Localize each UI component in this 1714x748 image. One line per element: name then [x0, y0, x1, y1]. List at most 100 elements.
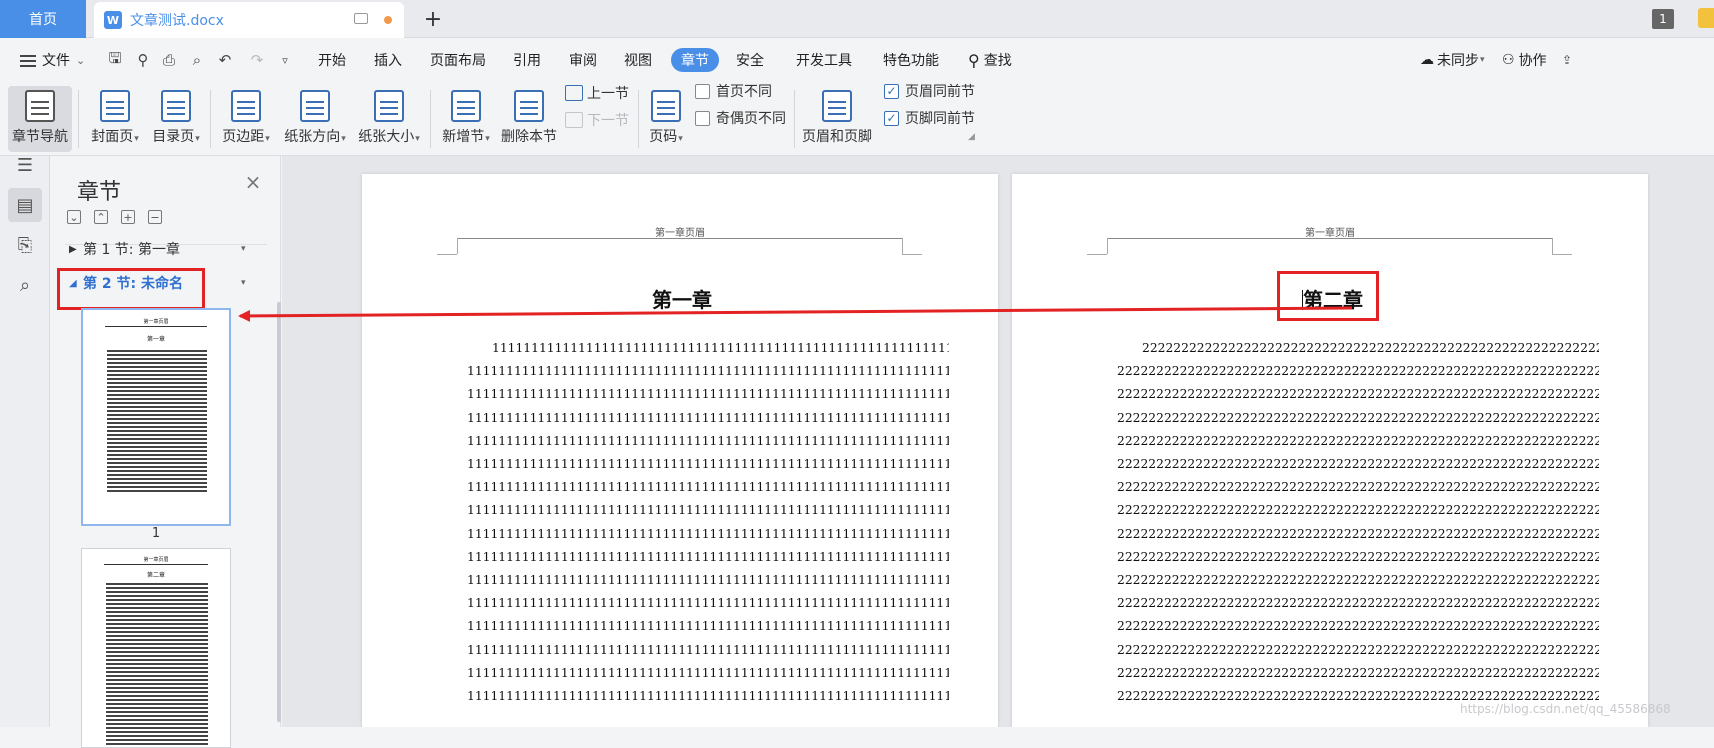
search-command[interactable]: ⚲ 查找: [968, 48, 1012, 72]
document-page-1[interactable]: 第一章页眉 第一章 111111111111111111111111111111…: [362, 174, 998, 727]
undo-icon[interactable]: ↶: [216, 51, 234, 69]
format-painter-icon[interactable]: ⚲: [134, 51, 152, 69]
print-icon[interactable]: ⎙: [160, 51, 178, 69]
menu-chapter[interactable]: 章节: [671, 48, 719, 72]
orientation-button[interactable]: 纸张方向▾: [280, 86, 350, 152]
document-tab[interactable]: W 文章测试.docx: [94, 2, 404, 38]
new-tab-button[interactable]: +: [420, 6, 446, 32]
chevron-down-icon: ▾: [485, 134, 490, 144]
collaborate-button[interactable]: ⚇ 协作: [1502, 48, 1547, 72]
document-canvas[interactable]: 第一章页眉 第一章 111111111111111111111111111111…: [282, 156, 1714, 727]
odd-even-different-checkbox[interactable]: 奇偶页不同: [695, 107, 786, 129]
menu-security[interactable]: 安全: [736, 48, 764, 72]
hamburger-menu-icon[interactable]: [20, 55, 36, 67]
checkbox-box: [695, 83, 710, 99]
page-thumbnail[interactable]: 第一章页眉 第二章: [81, 548, 231, 748]
margin-corner-mark: [437, 254, 457, 255]
ribbon-toolbar: 章节导航 封面页▾ 目录页▾ 页边距▾ 纸张方向▾ 纸张大小▾ 新增节▾ 删除本…: [0, 82, 1714, 156]
menu-view[interactable]: 视图: [624, 48, 652, 72]
find-replace-icon[interactable]: ⌕: [8, 268, 42, 302]
section-nav-button[interactable]: 章节导航: [8, 86, 72, 152]
page-number-button[interactable]: 页码▾: [644, 86, 688, 152]
header-footer-button[interactable]: 页眉和页脚: [802, 86, 872, 152]
thumbnail-text-block: [106, 583, 208, 747]
redo-icon[interactable]: ↷: [248, 51, 266, 69]
body-text-line: 2222222222222222222222222222222222222222…: [1117, 457, 1599, 472]
share-icon[interactable]: ⇪: [1558, 51, 1576, 69]
bookmark-icon[interactable]: ⎘: [8, 228, 42, 262]
skin-icon[interactable]: [1698, 8, 1714, 28]
window-count-badge[interactable]: 1: [1652, 9, 1674, 29]
menu-review[interactable]: 审阅: [569, 48, 597, 72]
home-tab[interactable]: 首页: [0, 0, 86, 38]
first-page-different-checkbox[interactable]: 首页不同: [695, 80, 772, 102]
delete-section-button[interactable]: 删除本节: [500, 86, 558, 152]
first-page-different-label: 首页不同: [716, 84, 772, 100]
ribbon-separator: [638, 90, 639, 148]
expand-all-icon[interactable]: ⌄: [67, 210, 81, 224]
margin-corner-mark: [902, 238, 903, 254]
body-text-line: 2222222222222222222222222222222222222222…: [1117, 387, 1599, 402]
footer-same-as-previous-label: 页脚同前节: [905, 111, 975, 127]
margins-button[interactable]: 页边距▾: [218, 86, 274, 152]
remove-section-icon[interactable]: −: [148, 210, 162, 224]
body-text-line: 1111111111111111111111111111111111111111…: [467, 457, 949, 472]
body-text: 2222222222222222222222222222222222222222…: [1117, 337, 1599, 708]
thumbnail-header-rule: [104, 564, 208, 565]
unsaved-dot-icon: [384, 16, 392, 24]
header-footer-icon: [822, 90, 852, 122]
add-section-icon[interactable]: +: [121, 210, 135, 224]
print-preview-icon[interactable]: ⌕: [188, 51, 206, 69]
page-number-icon: [651, 90, 681, 122]
monitor-icon[interactable]: [354, 13, 368, 24]
prev-section-button[interactable]: 上一节: [565, 82, 629, 104]
page-thumbnail[interactable]: 第一章页眉 第一章: [81, 308, 231, 526]
section-item-1[interactable]: ▶ 第 1 节: 第一章: [69, 238, 180, 260]
paper-size-button[interactable]: 纸张大小▾: [354, 86, 424, 152]
menu-page-layout[interactable]: 页面布局: [430, 48, 486, 72]
margin-corner-mark: [1107, 238, 1108, 254]
document-page-2[interactable]: 第一章页眉 第二章 222222222222222222222222222222…: [1012, 174, 1648, 727]
menu-insert[interactable]: 插入: [374, 48, 402, 72]
collab-label: 协作: [1518, 53, 1547, 69]
outline-list-icon[interactable]: ☰: [8, 148, 42, 182]
caret-right-icon: ▶: [69, 243, 77, 255]
dialog-launcher-icon[interactable]: ◢: [968, 132, 975, 142]
header-same-as-previous-checkbox[interactable]: ✓ 页眉同前节: [884, 80, 975, 102]
menu-special-features[interactable]: 特色功能: [883, 48, 939, 72]
save-icon[interactable]: 🖫: [106, 49, 124, 69]
chevron-down-icon: ▾: [265, 134, 270, 144]
cover-page-button[interactable]: 封面页▾: [86, 86, 144, 152]
orientation-label: 纸张方向: [284, 129, 341, 145]
footer-same-as-previous-checkbox[interactable]: ✓ 页脚同前节: [884, 107, 975, 129]
wps-writer-icon: W: [104, 11, 122, 29]
section-item-label: 第 1 节: 第一章: [83, 242, 180, 258]
toc-page-label: 目录页: [152, 129, 195, 145]
chapter-panel-icon[interactable]: ▤: [8, 188, 42, 222]
sync-status[interactable]: ☁ 未同步 ▾: [1420, 48, 1485, 72]
section-dropdown-icon[interactable]: ▾: [241, 278, 246, 288]
file-menu[interactable]: 文件 ⌄: [42, 48, 85, 72]
menu-start[interactable]: 开始: [318, 48, 346, 72]
section-dropdown-icon[interactable]: ▾: [241, 244, 246, 254]
body-text-line: 1111111111111111111111111111111111111111…: [492, 341, 949, 355]
close-icon[interactable]: ×: [243, 170, 263, 194]
nav-scrollbar[interactable]: [277, 302, 281, 722]
body-text-line: 1111111111111111111111111111111111111111…: [467, 665, 949, 680]
toc-page-button[interactable]: 目录页▾: [148, 86, 204, 152]
collapse-all-icon[interactable]: ⌃: [94, 210, 108, 224]
new-section-label: 新增节: [442, 129, 485, 145]
menu-references[interactable]: 引用: [513, 48, 541, 72]
tab-bar: 首页 W 文章测试.docx + 1: [0, 0, 1714, 38]
body-text-line: 1111111111111111111111111111111111111111…: [467, 549, 949, 564]
body-text-line: 2222222222222222222222222222222222222222…: [1117, 642, 1599, 657]
menu-developer-tools[interactable]: 开发工具: [796, 48, 852, 72]
chevron-down-icon: ▾: [678, 134, 683, 144]
next-section-button[interactable]: 下一节: [565, 109, 629, 131]
quick-access-dropdown-icon[interactable]: ▿: [276, 51, 294, 69]
ribbon-separator: [794, 90, 795, 148]
annotation-highlight-box: [57, 268, 205, 310]
chevron-down-icon: ▾: [415, 134, 420, 144]
page-number-label: 页码: [649, 129, 678, 145]
new-section-button[interactable]: 新增节▾: [438, 86, 494, 152]
